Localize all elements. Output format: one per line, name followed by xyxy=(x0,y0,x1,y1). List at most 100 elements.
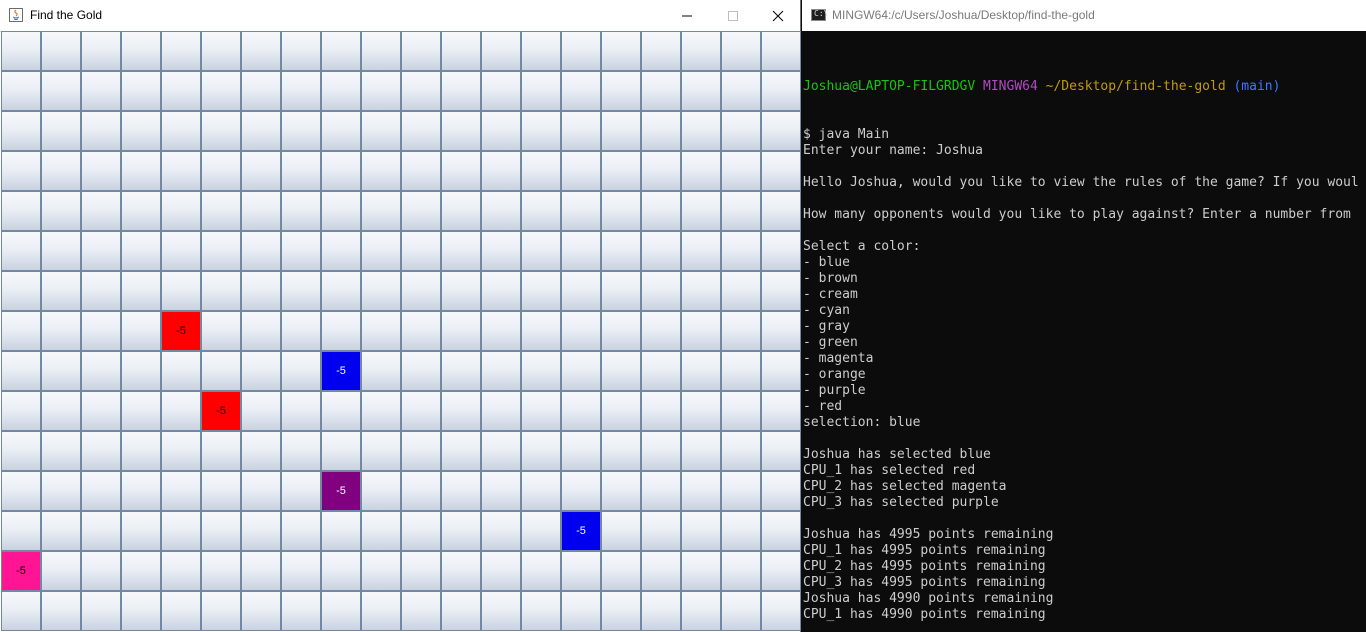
board-cell[interactable] xyxy=(81,271,121,311)
board-cell[interactable] xyxy=(201,151,241,191)
board-cell[interactable] xyxy=(1,31,41,71)
board-cell[interactable] xyxy=(321,551,361,591)
board-cell[interactable] xyxy=(601,591,641,631)
board-cell[interactable] xyxy=(641,351,681,391)
board-cell[interactable] xyxy=(241,551,281,591)
board-cell[interactable] xyxy=(321,191,361,231)
board-cell[interactable] xyxy=(641,511,681,551)
board-cell[interactable] xyxy=(121,351,161,391)
board-cell[interactable] xyxy=(81,231,121,271)
board-cell[interactable] xyxy=(561,471,601,511)
board-cell[interactable] xyxy=(281,111,321,151)
board-cell[interactable] xyxy=(201,231,241,271)
board-cell[interactable] xyxy=(681,471,721,511)
board-cell[interactable] xyxy=(41,71,81,111)
board-cell[interactable] xyxy=(441,271,481,311)
board-cell[interactable] xyxy=(201,591,241,631)
board-cell[interactable] xyxy=(481,391,521,431)
board-cell[interactable] xyxy=(121,551,161,591)
board-cell[interactable] xyxy=(321,271,361,311)
board-cell[interactable] xyxy=(561,111,601,151)
board-cell[interactable] xyxy=(521,551,561,591)
board-cell[interactable] xyxy=(1,151,41,191)
board-cell[interactable] xyxy=(241,311,281,351)
board-cell[interactable] xyxy=(361,231,401,271)
board-cell[interactable] xyxy=(721,111,761,151)
board-cell[interactable] xyxy=(761,551,801,591)
board-cell[interactable] xyxy=(721,511,761,551)
board-cell[interactable] xyxy=(201,551,241,591)
board-cell[interactable] xyxy=(201,71,241,111)
board-cell[interactable] xyxy=(761,471,801,511)
minimize-button[interactable] xyxy=(664,0,710,31)
board-cell[interactable] xyxy=(41,551,81,591)
board-cell[interactable] xyxy=(241,191,281,231)
board-cell[interactable] xyxy=(521,471,561,511)
board-cell[interactable] xyxy=(401,111,441,151)
board-cell[interactable] xyxy=(521,431,561,471)
board-cell[interactable] xyxy=(481,71,521,111)
board-cell[interactable] xyxy=(441,231,481,271)
board-cell[interactable] xyxy=(761,431,801,471)
board-cell[interactable] xyxy=(321,591,361,631)
board-cell[interactable] xyxy=(561,151,601,191)
board-cell[interactable] xyxy=(81,431,121,471)
board-cell[interactable] xyxy=(521,271,561,311)
board-cell[interactable] xyxy=(401,431,441,471)
board-cell[interactable] xyxy=(401,191,441,231)
board-cell[interactable] xyxy=(241,511,281,551)
board-cell[interactable] xyxy=(241,271,281,311)
board-cell[interactable] xyxy=(201,431,241,471)
board-cell[interactable] xyxy=(321,111,361,151)
board-cell[interactable] xyxy=(401,351,441,391)
board-cell[interactable] xyxy=(681,591,721,631)
board-cell[interactable] xyxy=(121,151,161,191)
board-cell[interactable] xyxy=(281,31,321,71)
board-cell[interactable] xyxy=(121,111,161,151)
board-cell[interactable] xyxy=(601,431,641,471)
board-cell[interactable] xyxy=(641,431,681,471)
board-cell[interactable] xyxy=(281,551,321,591)
board-cell[interactable] xyxy=(681,311,721,351)
game-window-titlebar[interactable]: Find the Gold xyxy=(0,0,800,32)
board-cell[interactable] xyxy=(321,511,361,551)
board-cell[interactable] xyxy=(121,471,161,511)
board-cell[interactable] xyxy=(281,471,321,511)
board-cell[interactable] xyxy=(161,591,201,631)
board-cell[interactable] xyxy=(401,271,441,311)
board-cell[interactable] xyxy=(121,271,161,311)
board-cell[interactable] xyxy=(761,391,801,431)
board-cell[interactable] xyxy=(481,471,521,511)
board-cell[interactable] xyxy=(721,71,761,111)
board-cell[interactable] xyxy=(681,231,721,271)
board-cell-marked[interactable]: -5 xyxy=(321,351,361,391)
board-cell[interactable] xyxy=(241,431,281,471)
board-cell[interactable] xyxy=(681,31,721,71)
board-cell[interactable] xyxy=(481,551,521,591)
board-cell[interactable] xyxy=(1,471,41,511)
board-cell[interactable] xyxy=(81,311,121,351)
maximize-button[interactable] xyxy=(710,0,756,31)
board-cell[interactable] xyxy=(401,551,441,591)
close-button[interactable] xyxy=(755,0,801,31)
board-cell[interactable] xyxy=(521,111,561,151)
board-cell[interactable] xyxy=(321,431,361,471)
board-cell[interactable] xyxy=(601,311,641,351)
board-cell[interactable] xyxy=(761,511,801,551)
board-cell[interactable] xyxy=(561,311,601,351)
board-cell[interactable] xyxy=(1,71,41,111)
board-cell[interactable] xyxy=(761,351,801,391)
board-cell[interactable] xyxy=(241,111,281,151)
board-cell[interactable] xyxy=(321,311,361,351)
board-cell[interactable] xyxy=(561,71,601,111)
board-cell[interactable] xyxy=(641,111,681,151)
board-cell[interactable] xyxy=(521,71,561,111)
board-cell[interactable] xyxy=(481,231,521,271)
board-cell[interactable] xyxy=(121,431,161,471)
board-cell[interactable] xyxy=(41,391,81,431)
board-cell[interactable] xyxy=(561,191,601,231)
board-cell[interactable] xyxy=(81,31,121,71)
board-cell[interactable] xyxy=(361,111,401,151)
board-cell[interactable] xyxy=(721,231,761,271)
board-cell[interactable] xyxy=(201,271,241,311)
